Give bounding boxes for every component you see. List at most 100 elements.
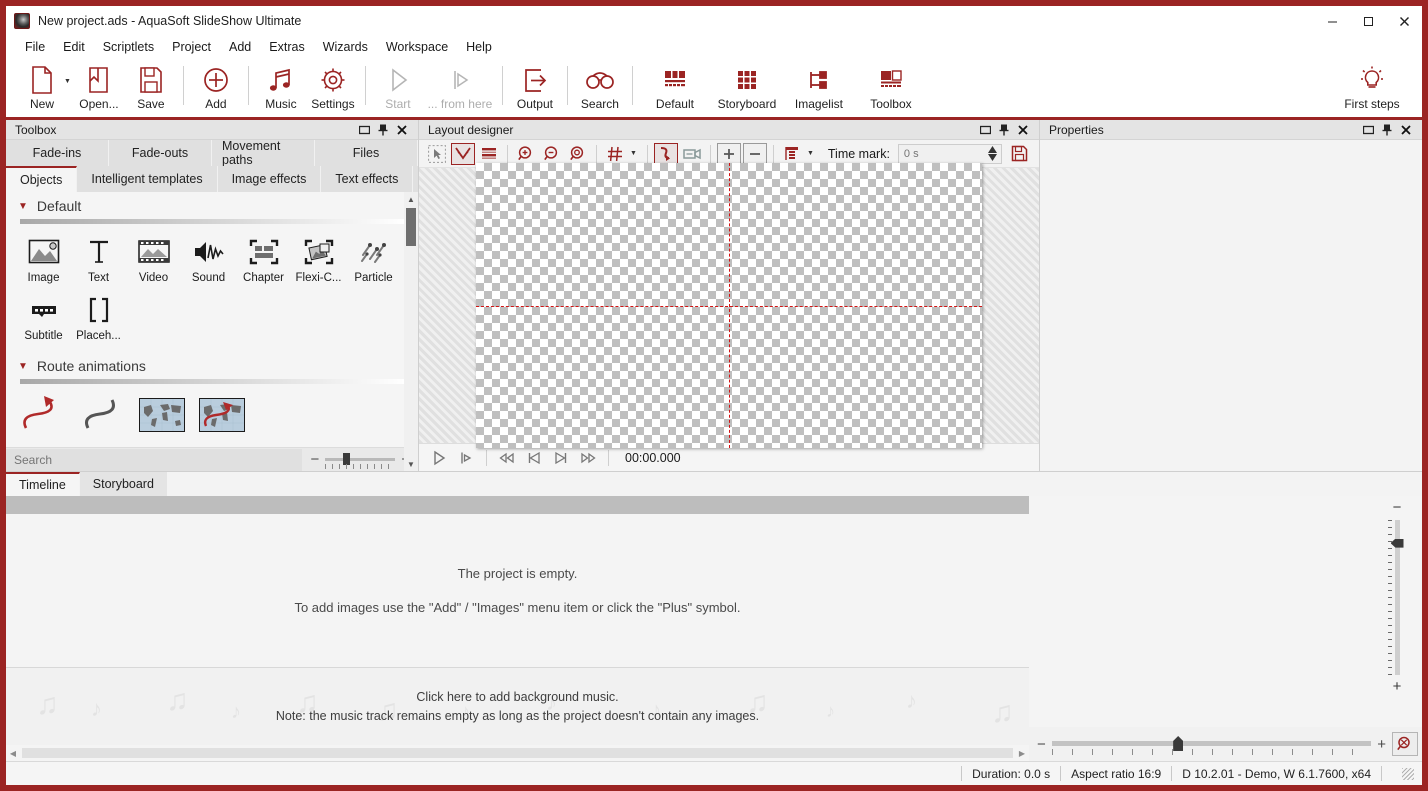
- tab-objects[interactable]: Objects: [6, 166, 78, 192]
- toolbar-new-button[interactable]: New: [16, 60, 68, 117]
- toolbox-close-icon[interactable]: [396, 123, 408, 137]
- fast-forward-button[interactable]: [576, 447, 600, 469]
- next-button[interactable]: [549, 447, 573, 469]
- menu-wizards[interactable]: Wizards: [314, 38, 377, 56]
- menu-scriptlets[interactable]: Scriptlets: [94, 38, 163, 56]
- menu-extras[interactable]: Extras: [260, 38, 313, 56]
- tab-image-effects[interactable]: Image effects: [217, 166, 322, 192]
- time-mark-input[interactable]: [898, 147, 988, 160]
- route-item-world-map-route[interactable]: [196, 392, 248, 437]
- layout-designer-float-button[interactable]: [979, 123, 991, 137]
- zoom-in-tool-button[interactable]: [514, 143, 538, 165]
- scroll-track[interactable]: [404, 206, 418, 457]
- vertical-slider-knob[interactable]: [1390, 538, 1404, 548]
- save-time-mark-button[interactable]: [1008, 143, 1032, 165]
- vertical-zoom-in-button[interactable]: +: [1393, 679, 1402, 694]
- tab-fade-ins[interactable]: Fade-ins: [6, 140, 109, 166]
- toolbar-open-button[interactable]: Open...: [73, 60, 125, 117]
- toolbox-vertical-scrollbar[interactable]: ▲ ▼: [404, 192, 418, 471]
- horizontal-zoom-out-button[interactable]: −: [1037, 737, 1046, 752]
- vertical-zoom-out-button[interactable]: −: [1393, 500, 1402, 515]
- tab-fade-outs[interactable]: Fade-outs: [109, 140, 212, 166]
- scroll-track[interactable]: [22, 748, 1013, 758]
- select-tool-button[interactable]: [425, 143, 449, 165]
- layout-designer-canvas-area[interactable]: [419, 163, 1039, 448]
- horizontal-zoom-slider[interactable]: [1051, 734, 1372, 755]
- close-button[interactable]: [1386, 6, 1422, 36]
- object-item-video[interactable]: Video: [126, 232, 181, 284]
- route-item-red-curve[interactable]: [16, 392, 68, 437]
- toolbox-pin-icon[interactable]: [377, 123, 389, 137]
- timeline-horizontal-scrollbar[interactable]: ◀ ▶: [6, 745, 1029, 761]
- grid-dropdown-caret-icon[interactable]: ▼: [629, 150, 641, 157]
- toolbox-zoom-slider[interactable]: [325, 452, 396, 469]
- object-item-text[interactable]: Text: [71, 232, 126, 284]
- minimize-button[interactable]: [1314, 6, 1350, 36]
- object-item-placeholder[interactable]: Placeh...: [71, 290, 126, 342]
- maximize-button[interactable]: [1350, 6, 1386, 36]
- scroll-thumb[interactable]: [406, 208, 416, 246]
- properties-pin-icon[interactable]: [1381, 123, 1393, 137]
- toolbar-music-button[interactable]: Music: [255, 60, 307, 117]
- tab-storyboard[interactable]: Storyboard: [79, 472, 168, 496]
- toolbar-first-steps-button[interactable]: First steps: [1336, 60, 1408, 111]
- toolbar-start-button[interactable]: Start: [372, 60, 424, 117]
- tab-intelligent-templates[interactable]: Intelligent templates: [77, 166, 218, 192]
- scroll-left-arrow-icon[interactable]: ◀: [6, 746, 20, 760]
- vertical-slider-track[interactable]: [1387, 520, 1404, 675]
- toolbox-search-input[interactable]: [6, 448, 303, 471]
- add-keyframe-button[interactable]: [716, 142, 741, 165]
- vertical-zoom-slider[interactable]: − +: [1384, 500, 1410, 694]
- layout-designer-pin-icon[interactable]: [998, 123, 1010, 137]
- fade-curve-tool-button[interactable]: [451, 142, 475, 165]
- rewind-button[interactable]: [495, 447, 519, 469]
- previous-button[interactable]: [522, 447, 546, 469]
- menu-file[interactable]: File: [16, 38, 54, 56]
- timeline-empty-message[interactable]: The project is empty. To add images use …: [6, 514, 1029, 667]
- layers-tool-button[interactable]: [477, 143, 501, 165]
- menu-help[interactable]: Help: [457, 38, 501, 56]
- tab-text-effects[interactable]: Text effects: [321, 166, 414, 192]
- menu-project[interactable]: Project: [163, 38, 220, 56]
- magnifier-reset-icon[interactable]: [1392, 732, 1418, 756]
- motion-path-tool-button[interactable]: [653, 142, 678, 165]
- camera-pan-tool-button[interactable]: [680, 143, 704, 165]
- resize-grip-icon[interactable]: [1402, 767, 1414, 780]
- menu-workspace[interactable]: Workspace: [377, 38, 457, 56]
- toolbar-storyboard-button[interactable]: Storyboard: [711, 60, 783, 117]
- time-mark-spinner[interactable]: [897, 143, 1002, 164]
- route-item-gray-curve[interactable]: [76, 392, 128, 437]
- object-item-flexi-collage[interactable]: Flexi-C...: [291, 232, 346, 284]
- toolbar-save-button[interactable]: Save: [125, 60, 177, 117]
- scroll-right-arrow-icon[interactable]: ▶: [1015, 746, 1029, 760]
- tab-movement-paths[interactable]: Movement paths: [212, 139, 315, 167]
- toolbar-settings-button[interactable]: Settings: [307, 60, 359, 117]
- new-dropdown-caret-icon[interactable]: ▼: [64, 78, 71, 85]
- toolbar-imagelist-button[interactable]: Imagelist: [783, 60, 855, 117]
- toolbar-search-button[interactable]: Search: [574, 60, 626, 117]
- object-item-image[interactable]: Image: [16, 232, 71, 284]
- tab-timeline[interactable]: Timeline: [6, 472, 80, 496]
- object-item-particle[interactable]: Particle: [346, 232, 401, 284]
- object-item-subtitle[interactable]: Subtitle: [16, 290, 71, 342]
- zoom-fit-tool-button[interactable]: [566, 143, 590, 165]
- scroll-up-arrow-icon[interactable]: ▲: [404, 192, 418, 206]
- object-item-sound[interactable]: Sound: [181, 232, 236, 284]
- menu-add[interactable]: Add: [220, 38, 260, 56]
- toolbar-start-from-here-button[interactable]: ... from here: [424, 60, 496, 117]
- toolbar-output-button[interactable]: Output: [509, 60, 561, 117]
- menu-edit[interactable]: Edit: [54, 38, 94, 56]
- spinner-arrows[interactable]: [987, 146, 1001, 161]
- object-item-chapter[interactable]: Chapter: [236, 232, 291, 284]
- scroll-down-arrow-icon[interactable]: ▼: [404, 457, 418, 471]
- toolbar-add-button[interactable]: Add: [190, 60, 242, 117]
- remove-keyframe-button[interactable]: [742, 142, 767, 165]
- layout-designer-close-icon[interactable]: [1017, 123, 1029, 137]
- alignment-tool-button[interactable]: [780, 143, 804, 165]
- toolbox-group-route-animations-header[interactable]: ▼ Route animations: [6, 352, 418, 378]
- play-button[interactable]: [427, 447, 451, 469]
- route-item-world-map[interactable]: [136, 392, 188, 437]
- zoom-out-button[interactable]: −: [310, 452, 319, 467]
- music-track[interactable]: ♫ ♪ ♫ ♪ ♫ ♫ ♪ ♪ ♪ ♫ ♪ ♪ ♫ ♫ ♪: [6, 667, 1029, 745]
- play-from-here-button[interactable]: [454, 447, 478, 469]
